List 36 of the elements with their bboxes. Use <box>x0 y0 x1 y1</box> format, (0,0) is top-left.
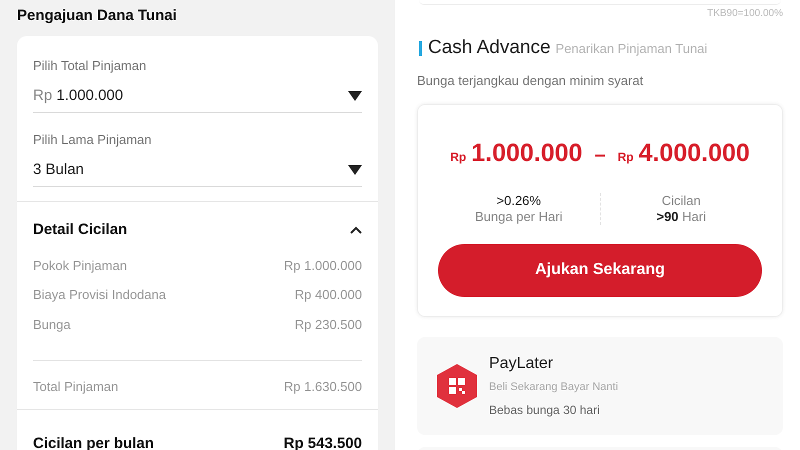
detail-value: Rp 1.000.000 <box>284 256 362 275</box>
dropdown-arrow-icon <box>348 164 362 175</box>
section-subtitle: Penarikan Pinjaman Tunai <box>556 40 708 58</box>
detail-label: Biaya Provisi Indodana <box>33 286 166 304</box>
paylater-note: Bebas bunga 30 hari <box>489 402 601 420</box>
qr-code-icon <box>437 364 477 408</box>
page-title: Pengajuan Dana Tunai <box>17 6 178 25</box>
stat-value: >0.26% <box>496 192 541 208</box>
section-title: Cash Advance <box>428 36 551 60</box>
paylater-title: PayLater <box>489 354 554 374</box>
heading-accent <box>419 40 422 56</box>
tkb-label: TKB90=100.00% <box>706 7 783 21</box>
detail-label: Pokok Pinjaman <box>33 256 127 275</box>
range-separator: – <box>594 143 606 168</box>
min-amount: 1.000.000 <box>471 138 582 169</box>
field-label: Pilih Lama Pinjaman <box>33 131 153 149</box>
section-tagline: Bunga terjangkau dengan minim syarat <box>417 72 644 90</box>
currency-label: Rp <box>618 149 634 166</box>
field-label: Pilih Total Pinjaman <box>33 57 148 75</box>
dropdown-field[interactable]: Rp 1.000.000 <box>33 84 362 113</box>
currency-label: Rp <box>450 149 466 166</box>
detail-value: Rp 230.500 <box>294 316 362 334</box>
dropdown-field[interactable]: 3 Bulan <box>33 158 362 187</box>
detail-label: Bunga <box>33 316 71 334</box>
max-amount: 4.000.000 <box>638 138 750 169</box>
paylater-card[interactable]: PayLater Beli Sekarang Bayar Nanti Bebas bunga 30 hari <box>417 336 783 434</box>
total-label: Total Pinjaman <box>33 378 118 396</box>
stat-label: Cicilan <box>662 192 701 208</box>
detail-header[interactable]: Detail Cicilan <box>33 219 362 242</box>
dropdown-arrow-icon <box>348 90 362 101</box>
detail-value: Rp 400.000 <box>294 286 362 304</box>
paylater-subtitle: Beli Sekarang Bayar Nanti <box>489 380 618 395</box>
stat-value: >90 Hari <box>656 208 706 224</box>
stat-label: Bunga per Hari <box>475 208 562 224</box>
apply-button[interactable]: Ajukan Sekarang <box>438 244 762 296</box>
total-value: Rp 1.630.500 <box>284 378 362 396</box>
